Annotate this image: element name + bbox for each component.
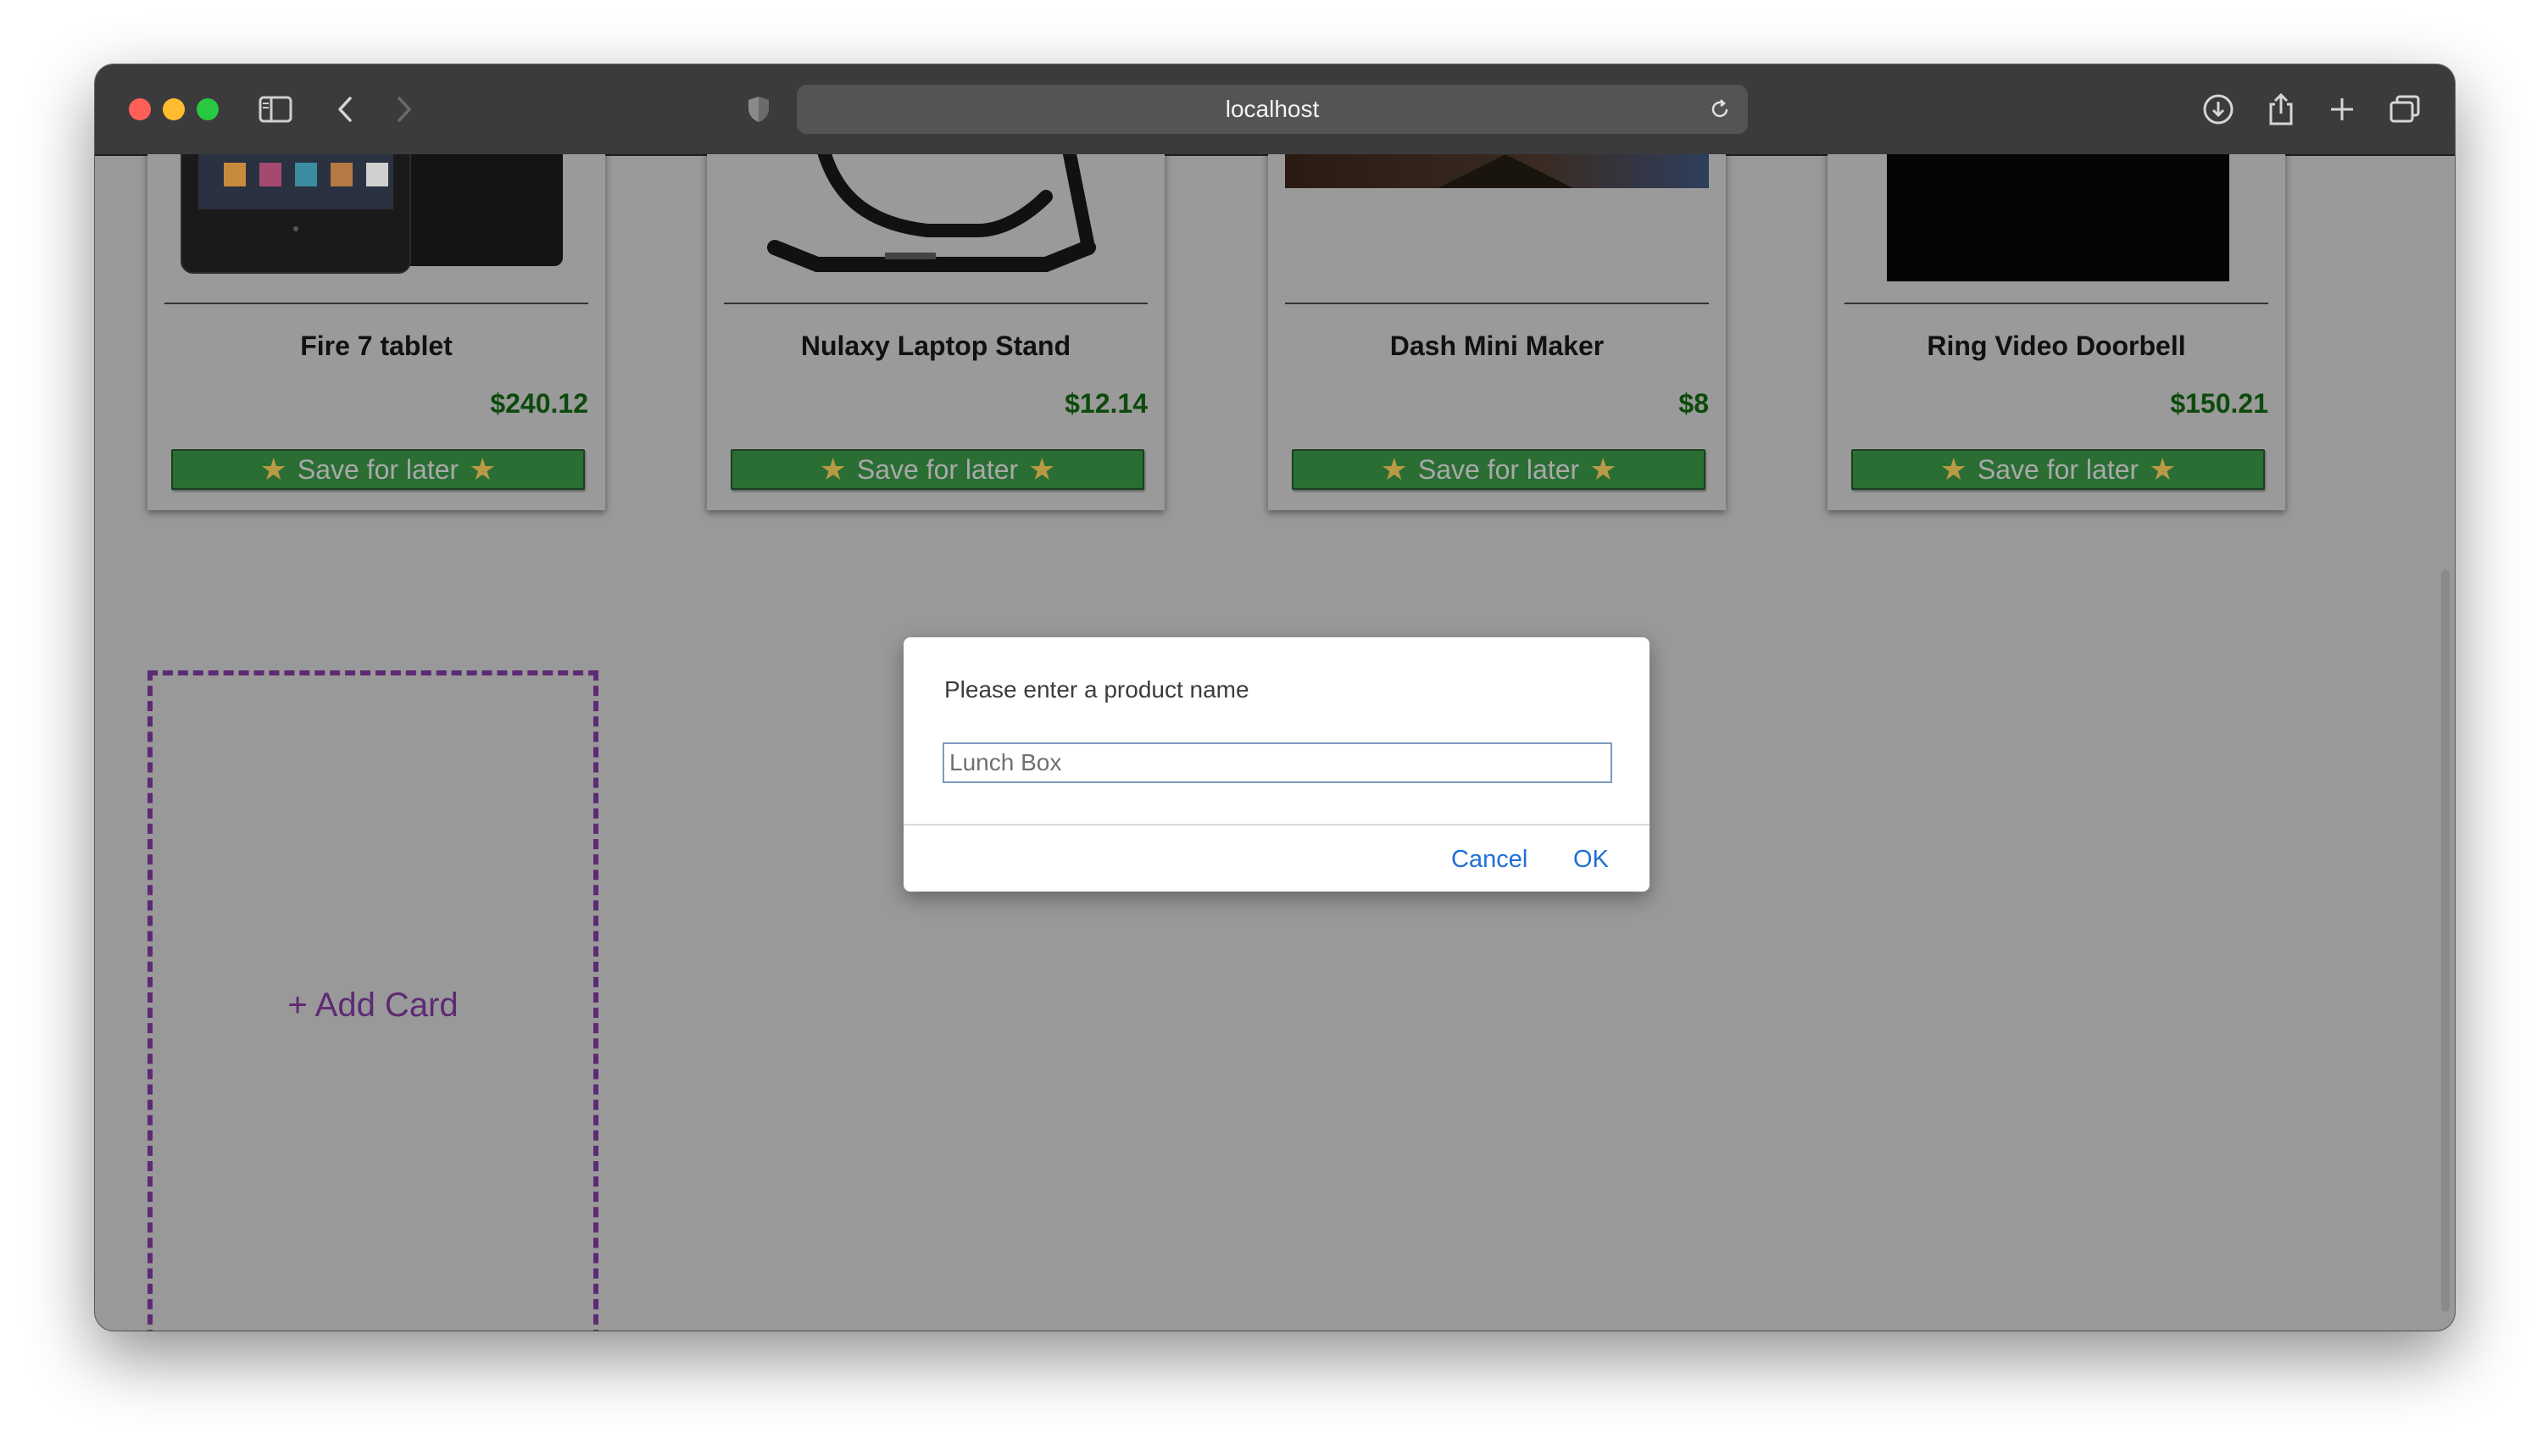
dialog-divider (904, 824, 1650, 825)
reload-icon[interactable] (1700, 90, 1739, 129)
product-image (724, 154, 1148, 281)
star-icon: ★ (1589, 452, 1617, 486)
product-card: Nulaxy Laptop Stand $12.14 ★ Save for la… (707, 154, 1165, 510)
star-icon: ★ (1380, 452, 1408, 486)
save-for-later-button[interactable]: ★ Save for later ★ (171, 449, 585, 490)
page-content: Fire 7 tablet $240.12 ★ Save for later ★… (95, 154, 2455, 1331)
browser-toolbar: localhost (95, 64, 2455, 156)
save-for-later-label: Save for later (297, 453, 459, 485)
product-name: Fire 7 tablet (300, 331, 453, 361)
save-for-later-button[interactable]: ★ Save for later ★ (731, 449, 1144, 490)
url-text: localhost (1225, 96, 1320, 122)
zoom-window-button[interactable] (197, 98, 219, 120)
star-icon: ★ (819, 452, 847, 486)
save-for-later-button[interactable]: ★ Save for later ★ (1851, 449, 2265, 490)
star-icon: ★ (469, 452, 497, 486)
close-window-button[interactable] (129, 98, 151, 120)
downloads-icon[interactable] (2199, 90, 2238, 129)
card-divider (1844, 303, 2268, 304)
sidebar-toggle-icon[interactable] (256, 90, 295, 129)
dialog-message: Please enter a product name (944, 676, 1249, 703)
product-price: $240.12 (490, 388, 588, 419)
save-for-later-label: Save for later (856, 453, 1019, 485)
forward-arrow-icon[interactable] (385, 90, 424, 129)
new-tab-icon[interactable] (2323, 90, 2362, 129)
browser-window: localhost Fire 7 tablet $240.12 ★ Save f… (95, 64, 2455, 1331)
product-price: $12.14 (1065, 388, 1148, 419)
star-icon: ★ (259, 452, 287, 486)
product-image (164, 154, 588, 281)
product-card: Fire 7 tablet $240.12 ★ Save for later ★ (147, 154, 605, 510)
star-icon: ★ (2149, 452, 2177, 486)
card-divider (1285, 303, 1709, 304)
product-price: $150.21 (2170, 388, 2268, 419)
save-for-later-button[interactable]: ★ Save for later ★ (1292, 449, 1705, 490)
prompt-dialog: Please enter a product name Cancel OK (904, 637, 1650, 892)
product-name: Nulaxy Laptop Stand (800, 331, 1071, 361)
ok-button[interactable]: OK (1573, 846, 1609, 874)
save-for-later-label: Save for later (1977, 453, 2139, 485)
back-arrow-icon[interactable] (325, 90, 364, 129)
card-divider (164, 303, 588, 304)
address-bar[interactable]: localhost (797, 85, 1748, 134)
star-icon: ★ (1939, 452, 1967, 486)
privacy-shield-icon[interactable] (739, 90, 778, 129)
product-card: Ring Video Doorbell $150.21 ★ Save for l… (1828, 154, 2285, 510)
product-name: Dash Mini Maker (1389, 331, 1605, 361)
product-price: $8 (1678, 388, 1709, 419)
product-image (1844, 154, 2268, 281)
product-name: Ring Video Doorbell (1927, 331, 2186, 361)
add-card-label: + Add Card (287, 986, 459, 1024)
cancel-button[interactable]: Cancel (1451, 846, 1527, 874)
save-for-later-label: Save for later (1417, 453, 1580, 485)
product-image (1285, 154, 1709, 281)
add-card-button[interactable]: + Add Card (147, 670, 598, 1331)
share-icon[interactable] (2261, 90, 2300, 129)
minimize-window-button[interactable] (163, 98, 185, 120)
star-icon: ★ (1028, 452, 1056, 486)
page-scrollbar[interactable] (2436, 154, 2455, 1331)
product-name-input[interactable] (943, 742, 1612, 783)
tab-overview-icon[interactable] (2385, 90, 2424, 129)
card-divider (724, 303, 1148, 304)
scrollbar-thumb[interactable] (2441, 570, 2450, 1312)
product-card: Dash Mini Maker $8 ★ Save for later ★ (1268, 154, 1726, 510)
